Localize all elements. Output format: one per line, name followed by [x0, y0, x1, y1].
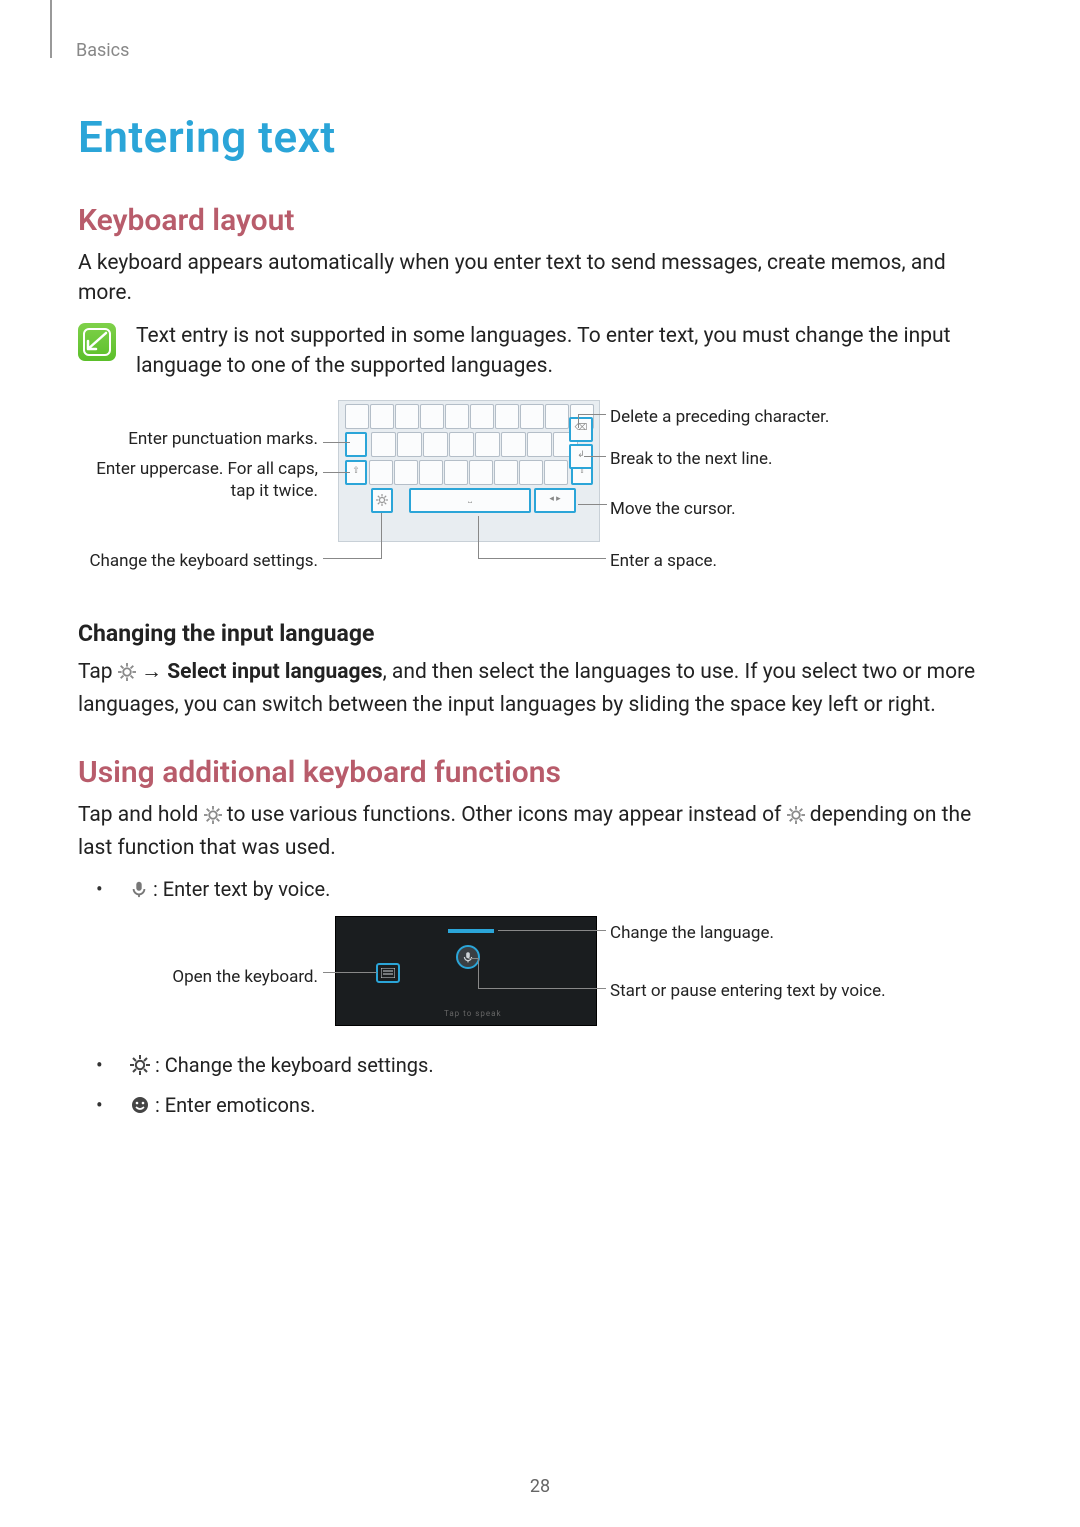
callout-move: Move the cursor. [610, 498, 810, 520]
section-label: Basics [76, 40, 1002, 61]
callout-start-pause: Start or pause entering text by voice. [610, 980, 910, 1002]
text-frag: Tap and hold [78, 803, 204, 827]
heading-change-input-language: Changing the input language [78, 620, 1002, 647]
bullet-text: : Change the keyboard settings. [155, 1053, 434, 1077]
voice-keyboard-button [376, 963, 400, 983]
callout-punctuation: Enter punctuation marks. [78, 428, 318, 450]
note-block: Text entry is not supported in some lang… [78, 321, 1002, 382]
voice-language-bar [448, 929, 494, 933]
key-space: ⎵ [409, 488, 531, 513]
text-frag: Tap [78, 660, 118, 684]
keyboard-row [345, 404, 595, 429]
bullet-text: : Enter emoticons. [155, 1093, 316, 1117]
callout-space: Enter a space. [610, 550, 810, 572]
keyboard-row [345, 432, 579, 457]
heading-keyboard-layout: Keyboard layout [78, 203, 1002, 238]
heading-additional-functions: Using additional keyboard functions [78, 755, 1002, 790]
keyboard-diagram: ⇧ ⇧ ⎵ ◂ ▸ ⌫ ↲ Enter punctuation marks. E… [78, 400, 1002, 600]
note-icon [78, 323, 116, 361]
voice-diagram: Tap to speak Open the keyboard. Change t… [78, 916, 1002, 1036]
callout-settings: Change the keyboard settings. [78, 550, 318, 572]
callout-change-language: Change the language. [610, 922, 870, 944]
voice-box: Tap to speak [335, 916, 597, 1026]
voice-mic-button [456, 945, 480, 969]
header-rule [50, 0, 52, 58]
note-text: Text entry is not supported in some lang… [136, 321, 1002, 382]
keyboard-row [369, 460, 569, 485]
list-item: : Enter text by voice. [78, 874, 1002, 908]
voice-hint: Tap to speak [444, 1009, 502, 1019]
list-item: : Enter emoticons. [78, 1090, 1002, 1124]
arrow: → [141, 660, 162, 684]
gear-icon [130, 1053, 150, 1084]
page-number: 28 [0, 1476, 1080, 1497]
list-item: : Change the keyboard settings. [78, 1050, 1002, 1084]
text-frag: to use various functions. Other icons ma… [227, 803, 787, 827]
callout-break: Break to the next line. [610, 448, 890, 470]
paragraph-additional: Tap and hold to use various functions. O… [78, 800, 1002, 864]
text-bold: Select input languages [167, 660, 382, 684]
key-delete: ⌫ [569, 417, 593, 442]
callout-open-keyboard: Open the keyboard. [78, 966, 318, 988]
key-settings [371, 488, 393, 513]
mic-icon [130, 877, 148, 908]
callout-uppercase: Enter uppercase. For all caps, tap it tw… [78, 458, 318, 502]
paragraph-intro: A keyboard appears automatically when yo… [78, 248, 1002, 309]
gear-icon [204, 803, 222, 833]
callout-delete: Delete a preceding character. [610, 406, 890, 428]
bullet-text: : Enter text by voice. [153, 877, 330, 901]
key-punctuation [345, 432, 367, 457]
keyboard-area: ⇧ ⇧ ⎵ ◂ ▸ ⌫ ↲ [338, 400, 600, 542]
gear-icon [787, 803, 805, 833]
paragraph-change-language: Tap → Select input languages, and then s… [78, 657, 1002, 721]
gear-icon [118, 660, 136, 690]
key-cursor: ◂ ▸ [534, 488, 576, 513]
emoticon-icon [130, 1093, 150, 1124]
page-title: Entering text [78, 111, 1002, 163]
